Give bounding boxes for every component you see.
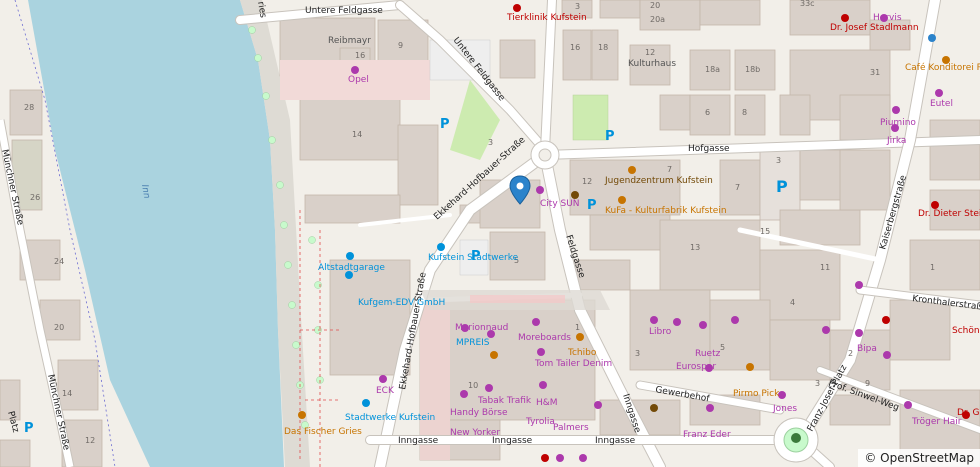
svg-text:5: 5 bbox=[720, 343, 725, 352]
attribution[interactable]: © OpenStreetMap bbox=[858, 449, 980, 467]
parking-icon: P bbox=[776, 177, 788, 196]
svg-text:7: 7 bbox=[735, 183, 740, 192]
svg-text:3: 3 bbox=[815, 379, 820, 388]
poi-jones-label: Jones bbox=[772, 404, 797, 414]
parking-icon: P bbox=[587, 198, 597, 213]
svg-text:15: 15 bbox=[760, 227, 770, 236]
poi-eutel-label: Eutel bbox=[930, 99, 953, 109]
svg-text:7: 7 bbox=[667, 165, 672, 174]
svg-text:3: 3 bbox=[575, 2, 580, 11]
svg-text:8: 8 bbox=[742, 108, 747, 117]
poi-jirka-label: Jirka bbox=[886, 136, 906, 146]
poi-eck-label: ECK bbox=[376, 386, 395, 396]
poi-schoenes-harald-label: Schöni Harald bbox=[952, 326, 980, 336]
svg-text:14: 14 bbox=[62, 389, 72, 398]
svg-text:6: 6 bbox=[705, 108, 710, 117]
poi-piumino-label: Piumino bbox=[880, 118, 916, 128]
svg-text:28: 28 bbox=[24, 103, 34, 112]
svg-text:11: 11 bbox=[820, 263, 830, 272]
svg-text:2: 2 bbox=[848, 349, 853, 358]
poi-palmers-label: Palmers bbox=[553, 423, 589, 433]
poi-kulturhaus-label: Kulturhaus bbox=[628, 59, 676, 69]
poi-handy-boerse-label: Handy Börse bbox=[450, 408, 508, 418]
map-canvas[interactable]: Inn Münchner Straße Münchner Straße Unte… bbox=[0, 0, 980, 467]
poi-hervis-label: Hervis bbox=[873, 13, 902, 23]
map-view[interactable]: Inn Münchner Straße Münchner Straße Unte… bbox=[0, 0, 980, 467]
poi-mpreis-label: MPREIS bbox=[456, 338, 490, 348]
poi-marionnaud-label: Marionnaud bbox=[455, 323, 508, 333]
poi-tchibo-label: Tchibo bbox=[567, 348, 597, 358]
poi-das-fischer-label: Das Fischer Gries bbox=[284, 427, 362, 437]
poi-reibmayr-label: Reibmayr bbox=[328, 36, 371, 46]
svg-text:33c: 33c bbox=[800, 0, 815, 8]
svg-text:18: 18 bbox=[598, 43, 608, 52]
svg-text:9: 9 bbox=[865, 379, 870, 388]
poi-tom-tailer-label: Tom Tailer Denim bbox=[534, 359, 612, 369]
poi-kufa-label: KuFa - Kulturfabrik Kufstein bbox=[605, 206, 727, 216]
poi-kufgem-label: Kufgem-EDV GmbH bbox=[358, 298, 445, 308]
svg-text:18a: 18a bbox=[705, 65, 720, 74]
svg-text:12: 12 bbox=[645, 48, 655, 57]
svg-text:3: 3 bbox=[635, 349, 640, 358]
svg-text:20a: 20a bbox=[650, 15, 665, 24]
poi-troeger-hair-label: Tröger Hair bbox=[911, 417, 962, 427]
parking-icon: P bbox=[440, 117, 450, 132]
svg-text:20: 20 bbox=[54, 323, 64, 332]
poi-jugendzentrum-label: Jugendzentrum Kufstein bbox=[604, 176, 713, 186]
poi-pirmo-pick-label: Pirmo Pick bbox=[733, 389, 780, 399]
poi-city-sun-label: City SUN bbox=[540, 199, 580, 209]
poi-eurospar-label: Eurospar bbox=[676, 362, 716, 372]
poi-opel-label: Opel bbox=[348, 75, 369, 85]
svg-text:3: 3 bbox=[488, 138, 493, 147]
poi-ruetz-label: Ruetz bbox=[695, 349, 721, 359]
svg-text:16: 16 bbox=[355, 51, 365, 60]
poi-tabak-trafik-label: Tabak Trafik bbox=[477, 396, 532, 406]
poi-dr-stadlmann-label: Dr. Josef Stadlmann bbox=[830, 23, 919, 33]
inngasse-label-3: Inngasse bbox=[595, 436, 636, 446]
inngasse-label-1: Inngasse bbox=[398, 436, 439, 446]
hofgasse-label: Hofgasse bbox=[688, 144, 730, 154]
poi-kufstein-stadtwerke-label: Kufstein Stadtwerke bbox=[428, 253, 519, 263]
svg-text:4: 4 bbox=[790, 298, 795, 307]
poi-dr-steinmassl-label: Dr. Dieter Steinmaßl bbox=[918, 209, 980, 219]
svg-text:13: 13 bbox=[690, 243, 700, 252]
svg-text:20: 20 bbox=[650, 1, 660, 10]
svg-text:9: 9 bbox=[398, 41, 403, 50]
svg-text:14: 14 bbox=[352, 130, 362, 139]
svg-text:16: 16 bbox=[570, 43, 580, 52]
svg-text:31: 31 bbox=[870, 68, 880, 77]
svg-text:12: 12 bbox=[582, 177, 592, 186]
svg-text:12: 12 bbox=[85, 436, 95, 445]
poi-bipa-label: Bipa bbox=[857, 344, 877, 354]
poi-cafe-riehle-label: Café Konditorei Riehle bbox=[905, 62, 980, 73]
parking-icon: P bbox=[24, 421, 34, 436]
poi-new-yorker-label: New Yorker bbox=[450, 428, 500, 438]
poi-tyrolia-label: Tyrolia bbox=[525, 417, 555, 427]
poi-tierklinik-label: Tierklinik Kufstein bbox=[506, 13, 587, 23]
svg-text:24: 24 bbox=[54, 257, 64, 266]
svg-text:3: 3 bbox=[776, 156, 781, 165]
svg-text:1: 1 bbox=[930, 263, 935, 272]
poi-franz-eder-label: Franz Eder bbox=[683, 430, 731, 440]
poi-altstadtgarage-label: Altstadtgarage bbox=[318, 263, 385, 273]
poi-libro-label: Libro bbox=[649, 327, 672, 337]
svg-text:1: 1 bbox=[575, 323, 580, 332]
parking-icon: P bbox=[605, 129, 615, 144]
svg-text:10: 10 bbox=[468, 381, 478, 390]
poi-moreboards-label: Moreboards bbox=[518, 333, 571, 343]
poi-hm-label: H&M bbox=[536, 398, 558, 408]
poi-stadtwerke-kufstein-label: Stadtwerke Kufstein bbox=[345, 413, 435, 423]
svg-text:18b: 18b bbox=[745, 65, 760, 74]
svg-text:26: 26 bbox=[30, 193, 40, 202]
poi-dr-gr-label: Dr. Gr Her bbox=[957, 408, 980, 418]
untere-feldgasse-top-label: Untere Feldgasse bbox=[305, 6, 383, 16]
